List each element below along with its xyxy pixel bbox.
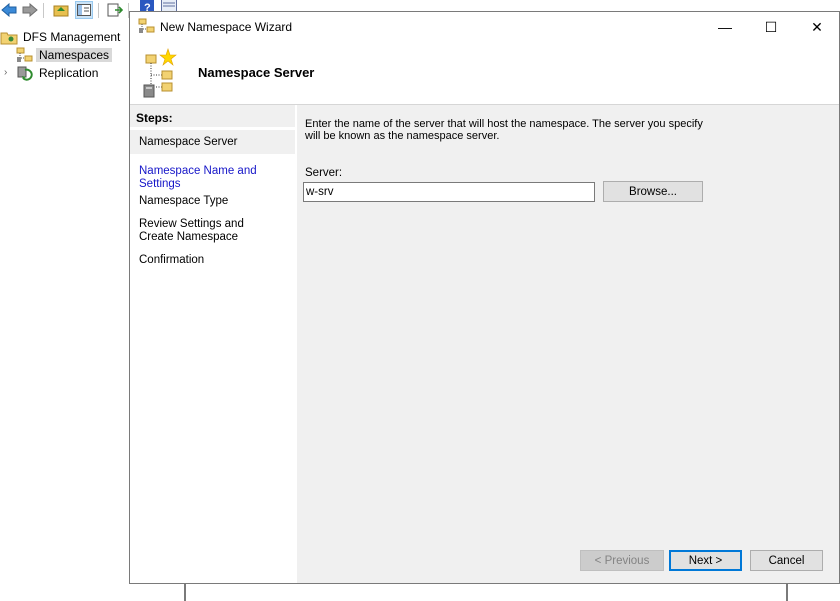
step-label: Confirmation	[139, 254, 205, 266]
minimize-button[interactable]: —	[702, 12, 748, 42]
previous-button[interactable]: < Previous	[580, 550, 664, 571]
minimize-icon: —	[718, 19, 732, 35]
steps-panel: Steps: Namespace Server Namespace Name a…	[130, 105, 295, 583]
step-label: Namespace Server	[139, 136, 238, 148]
tree-node-dfs-management[interactable]: DFS Management	[0, 28, 123, 46]
wizard-header: Namespace Server	[130, 42, 839, 105]
step-namespace-server: Namespace Server	[130, 130, 295, 154]
step-label: Review Settings and Create Namespace	[139, 218, 244, 243]
maximize-icon: ☐	[764, 18, 778, 35]
console-icon[interactable]	[160, 0, 178, 11]
title-bar[interactable]: New Namespace Wizard — ☐ ✕	[130, 12, 839, 42]
close-button[interactable]: ✕	[794, 12, 840, 42]
tree-label: DFS Management	[23, 30, 121, 44]
server-input[interactable]	[303, 182, 595, 202]
namespace-server-icon	[142, 47, 182, 102]
forward-arrow-icon[interactable]	[21, 1, 39, 19]
cancel-button[interactable]: Cancel	[750, 550, 823, 571]
toolbar-separator	[98, 3, 99, 18]
step-namespace-type: Namespace Type	[130, 195, 295, 208]
toolbar-separator	[43, 3, 44, 18]
svg-text:?: ?	[144, 2, 151, 12]
step-confirmation: Confirmation	[130, 254, 295, 267]
wizard-app-icon	[138, 18, 156, 37]
export-list-icon[interactable]	[106, 1, 124, 19]
up-folder-icon[interactable]	[52, 1, 70, 19]
step-namespace-name-and-settings[interactable]: Namespace Name and Settings	[130, 165, 295, 191]
chevron-right-icon[interactable]: ›	[4, 67, 7, 78]
new-namespace-wizard-window: New Namespace Wizard — ☐ ✕ Namespace Ser…	[129, 11, 840, 584]
background-splitter	[184, 584, 186, 601]
tree-label: Namespaces	[36, 48, 113, 62]
server-label: Server:	[305, 167, 343, 179]
page-title: Namespace Server	[198, 65, 315, 80]
back-arrow-icon[interactable]	[0, 1, 18, 19]
tree-node-replication[interactable]: Replication	[16, 64, 101, 82]
namespaces-icon	[16, 47, 34, 63]
intro-text: Enter the name of the server that will h…	[305, 118, 703, 142]
show-hide-tree-icon[interactable]	[75, 1, 93, 19]
wizard-content: Enter the name of the server that will h…	[297, 105, 839, 583]
close-icon: ✕	[811, 18, 823, 35]
step-review-settings: Review Settings and Create Namespace	[130, 218, 295, 244]
step-label: Namespace Name and Settings	[139, 165, 257, 190]
maximize-button[interactable]: ☐	[748, 12, 794, 42]
replication-icon	[16, 65, 34, 81]
steps-label: Steps:	[136, 111, 173, 125]
background-splitter	[786, 584, 788, 601]
next-button[interactable]: Next >	[669, 550, 742, 571]
window-title: New Namespace Wizard	[160, 20, 293, 34]
dfs-management-icon	[0, 29, 18, 45]
help-icon[interactable]: ?	[138, 0, 156, 11]
step-label: Namespace Type	[139, 195, 229, 207]
tree-node-namespaces[interactable]: Namespaces	[16, 46, 113, 64]
browse-button[interactable]: Browse...	[603, 181, 703, 202]
tree-label: Replication	[39, 66, 99, 80]
